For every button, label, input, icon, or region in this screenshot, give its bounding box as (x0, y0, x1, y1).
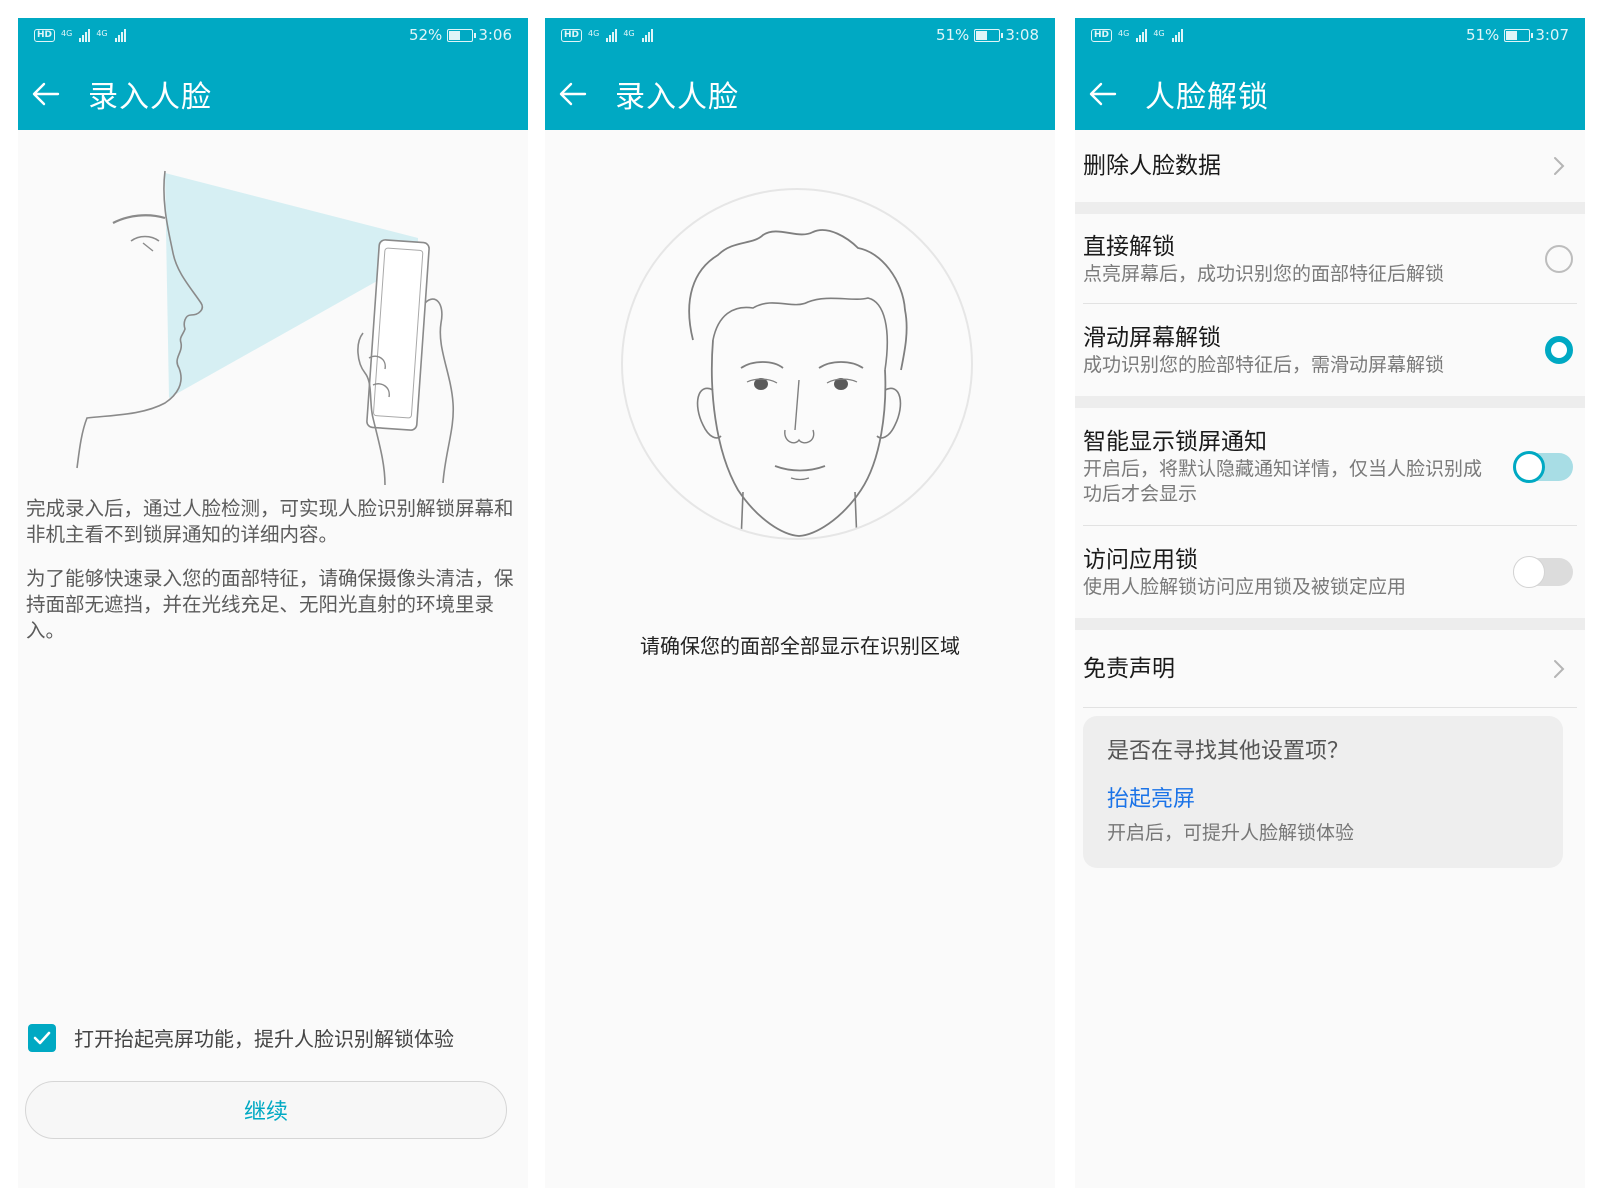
clock: 3:08 (1005, 26, 1039, 44)
status-bar: HD 4G 4G 51% 3:08 (545, 18, 1055, 52)
arrow-left-icon (32, 82, 60, 106)
swipe-unlock-radio[interactable] (1545, 336, 1573, 364)
battery-icon (447, 28, 477, 42)
toolbar: 录入人脸 (545, 58, 1055, 130)
disclaimer-label: 免责声明 (1083, 656, 1175, 682)
toolbar: 人脸解锁 (1075, 58, 1585, 130)
raise-to-wake-checkbox[interactable] (28, 1023, 56, 1052)
intro-paragraph: 完成录入后，通过人脸检测，可实现人脸识别解锁屏幕和非机主看不到锁屏通知的详细内容… (26, 497, 514, 546)
check-icon (33, 1031, 51, 1044)
related-settings-card: 是否在寻找其他设置项？ 抬起亮屏 开启后，可提升人脸解锁体验 (1083, 716, 1563, 868)
smart-notification-row[interactable]: 智能显示锁屏通知 开启后，将默认隐藏通知详情，仅当人脸识别成功后才会显示 (1075, 408, 1585, 526)
raise-to-wake-label: 打开抬起亮屏功能，提升人脸识别解锁体验 (74, 1027, 454, 1051)
related-settings-question: 是否在寻找其他设置项？ (1107, 739, 1350, 764)
clock: 3:06 (478, 26, 512, 44)
disclaimer-row[interactable]: 免责声明 (1075, 630, 1585, 708)
clock: 3:07 (1535, 26, 1569, 44)
settings-list: 删除人脸数据 直接解锁 点亮屏幕后，成功识别您的面部特征后解锁 滑动屏幕解锁 成… (1075, 130, 1585, 708)
face-scan-illustration (76, 170, 455, 486)
battery-percent: 51% (935, 26, 970, 44)
chevron-right-icon (1547, 657, 1571, 681)
signal-icon (79, 28, 91, 42)
app-lock-description: 使用人脸解锁访问应用锁及被锁定应用 (1083, 575, 1407, 598)
chevron-right-icon (1547, 154, 1571, 178)
battery-icon (974, 28, 1004, 42)
app-bar: HD 4G 4G 51% 3:08 录入人脸 (545, 18, 1055, 130)
direct-unlock-title: 直接解锁 (1083, 233, 1175, 260)
face-position-hint: 请确保您的面部全部显示在识别区域 (640, 634, 960, 658)
group-divider (1075, 618, 1585, 630)
direct-unlock-description: 点亮屏幕后，成功识别您的面部特征后解锁 (1083, 262, 1445, 285)
delete-face-data-row[interactable]: 删除人脸数据 (1075, 130, 1585, 202)
raise-to-wake-option[interactable]: 打开抬起亮屏功能，提升人脸识别解锁体验 (28, 1023, 454, 1052)
battery-icon (1504, 28, 1534, 42)
battery-percent: 52% (408, 26, 443, 44)
app-bar: HD 4G 4G 52% 3:06 录入人脸 (18, 18, 528, 130)
page-title: 人脸解锁 (1145, 80, 1269, 115)
network-type: 4G (588, 28, 600, 38)
network-type: 4G (1118, 28, 1130, 38)
page-title: 录入人脸 (88, 80, 212, 115)
raise-to-wake-link[interactable]: 抬起亮屏 (1107, 784, 1539, 816)
smart-notification-title: 智能显示锁屏通知 (1083, 429, 1267, 455)
page-title: 录入人脸 (615, 80, 739, 115)
arrow-left-icon (559, 82, 587, 106)
swipe-unlock-title: 滑动屏幕解锁 (1083, 324, 1221, 351)
smart-notification-description: 开启后，将默认隐藏通知详情，仅当人脸识别成功后才会显示 (1083, 458, 1483, 505)
signal-icon (606, 28, 618, 42)
arrow-left-icon (1089, 82, 1117, 106)
raise-to-wake-description: 开启后，可提升人脸解锁体验 (1107, 822, 1355, 844)
group-divider (1075, 202, 1585, 214)
tips-paragraph: 为了能够快速录入您的面部特征，请确保摄像头清洁，保持面部无遮挡，并在光线充足、无… (26, 567, 514, 642)
app-lock-title: 访问应用锁 (1083, 546, 1198, 573)
network-type: 4G (96, 28, 108, 38)
status-bar: HD 4G 4G 52% 3:06 (18, 18, 528, 52)
face-unlock-settings-screen: HD 4G 4G 51% 3:07 人脸解锁 删除人脸数据 直接解锁 点亮屏幕后… (1075, 18, 1585, 1188)
smart-notification-switch[interactable] (1513, 451, 1573, 483)
network-type: 4G (623, 28, 635, 38)
back-button[interactable] (549, 70, 597, 118)
app-lock-switch[interactable] (1513, 556, 1573, 588)
signal-icon (1136, 28, 1148, 42)
swipe-unlock-row[interactable]: 滑动屏幕解锁 成功识别您的脸部特征后，需滑动屏幕解锁 (1075, 304, 1585, 396)
delete-face-data-label: 删除人脸数据 (1083, 153, 1221, 179)
back-button[interactable] (1079, 70, 1127, 118)
app-bar: HD 4G 4G 51% 3:07 人脸解锁 (1075, 18, 1585, 130)
status-bar: HD 4G 4G 51% 3:07 (1075, 18, 1585, 52)
enroll-intro-screen: HD 4G 4G 52% 3:06 录入人脸 完成录入后，通过人脸检测，可实现人… (18, 18, 528, 1188)
face-outline-illustration (688, 229, 908, 538)
app-lock-row[interactable]: 访问应用锁 使用人脸解锁访问应用锁及被锁定应用 (1075, 526, 1585, 618)
hd-badge: HD (561, 28, 583, 42)
face-capture-screen: HD 4G 4G 51% 3:08 录入人脸 请确保您的面部全部显示在识别区域 (545, 18, 1055, 1188)
network-type: 4G (1153, 28, 1165, 38)
back-button[interactable] (22, 70, 70, 118)
swipe-unlock-description: 成功识别您的脸部特征后，需滑动屏幕解锁 (1083, 353, 1445, 376)
direct-unlock-radio[interactable] (1545, 245, 1573, 273)
continue-button[interactable]: 继续 (25, 1081, 507, 1139)
face-recognition-area (621, 188, 973, 540)
direct-unlock-row[interactable]: 直接解锁 点亮屏幕后，成功识别您的面部特征后解锁 (1075, 214, 1585, 304)
battery-percent: 51% (1465, 26, 1500, 44)
signal-icon (641, 28, 653, 42)
signal-icon (1171, 28, 1183, 42)
hd-badge: HD (34, 28, 56, 42)
toolbar: 录入人脸 (18, 58, 528, 130)
group-divider (1075, 396, 1585, 408)
network-type: 4G (61, 28, 73, 38)
hd-badge: HD (1091, 28, 1113, 42)
signal-icon (114, 28, 126, 42)
